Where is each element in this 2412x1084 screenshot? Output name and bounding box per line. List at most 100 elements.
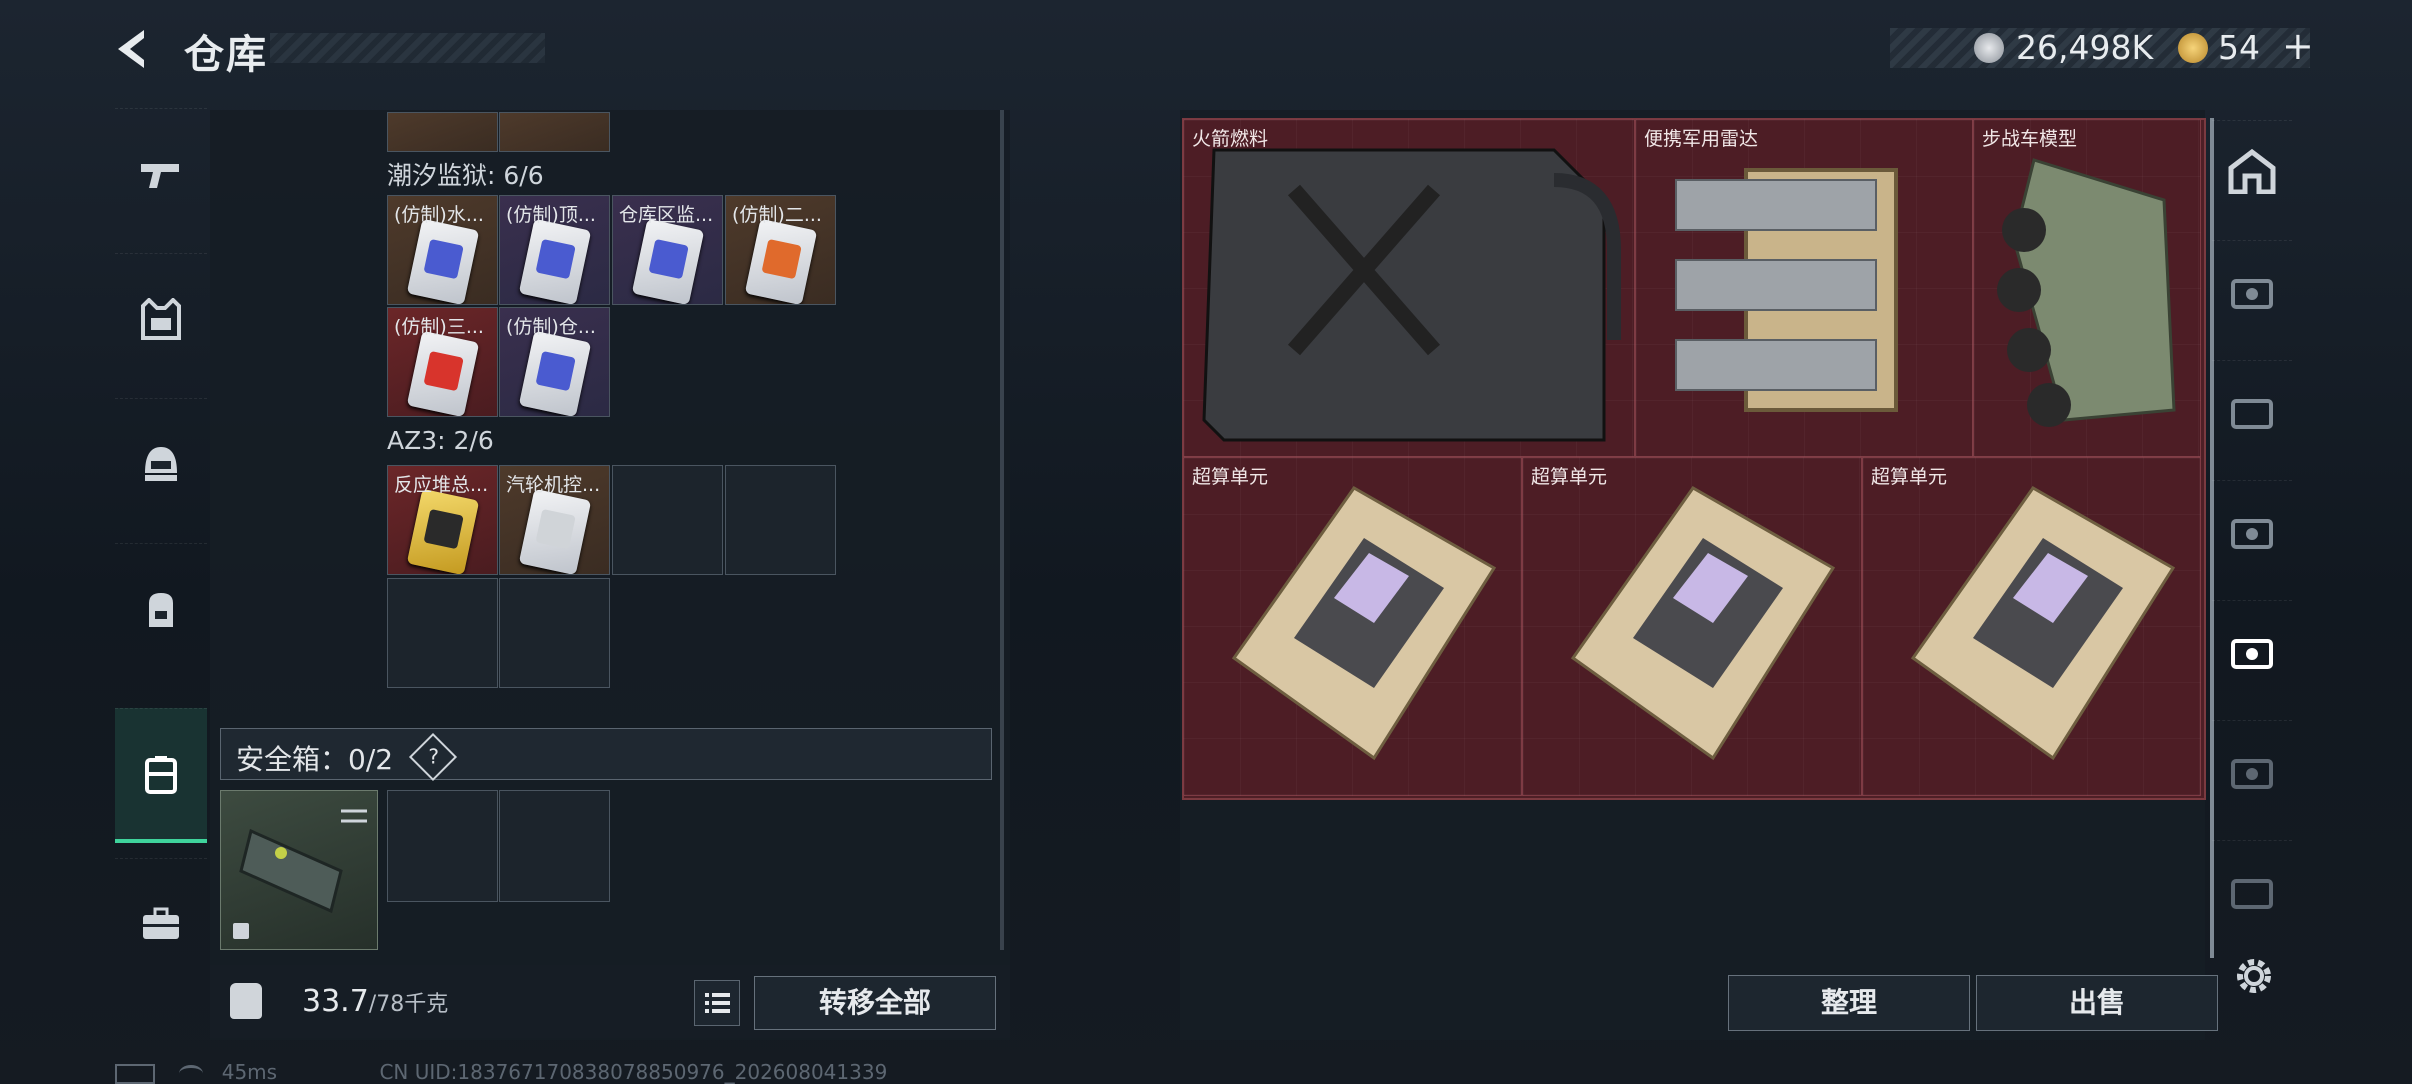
item-label: (仿制)仓... bbox=[506, 316, 596, 338]
chip-icon bbox=[1231, 486, 1497, 761]
key-card-slot[interactable]: (仿制)二... bbox=[725, 195, 836, 305]
category-sidebar bbox=[115, 108, 207, 1008]
category-container[interactable] bbox=[115, 708, 207, 843]
item-label: (仿制)二... bbox=[732, 204, 822, 226]
container-icon bbox=[2231, 399, 2273, 429]
category-helmet[interactable] bbox=[115, 398, 207, 529]
key-card-slot[interactable]: (仿制)顶... bbox=[499, 195, 610, 305]
key-card-slot[interactable]: 汽轮机控... bbox=[499, 465, 610, 575]
safe-box-label: 安全箱：0/2 bbox=[236, 743, 394, 776]
key-card-slot[interactable]: 仓库区监... bbox=[612, 195, 723, 305]
radar-icon bbox=[1675, 168, 1898, 412]
item-label: 火箭燃料 bbox=[1192, 128, 1269, 150]
vehicle-icon bbox=[1997, 158, 2176, 427]
rocket-fuel-item[interactable]: 火箭燃料 bbox=[1183, 119, 1635, 457]
gold-coin-value: 54 bbox=[2218, 28, 2260, 67]
tab-container[interactable] bbox=[2212, 480, 2292, 581]
item-label: 超算单元 bbox=[1531, 466, 1608, 488]
gun-icon bbox=[141, 164, 179, 188]
sort-button[interactable]: 整理 bbox=[1728, 975, 1970, 1031]
tab-container[interactable] bbox=[2212, 720, 2292, 821]
inventory-scrollbar[interactable] bbox=[1000, 110, 1004, 950]
key-card-icon bbox=[518, 218, 592, 304]
key-card-icon bbox=[631, 218, 705, 304]
supercomputer-unit-item[interactable]: 超算单元 bbox=[1862, 457, 2201, 796]
ifv-model-item[interactable]: 步战车模型 bbox=[1973, 119, 2201, 457]
key-card-icon bbox=[406, 488, 480, 574]
tab-home[interactable] bbox=[2212, 120, 2292, 221]
vest-icon bbox=[141, 298, 181, 340]
key-card-slot[interactable]: (仿制)仓... bbox=[499, 307, 610, 417]
safe-box-icon bbox=[233, 809, 367, 939]
chip-icon bbox=[1570, 486, 1836, 761]
item-label: 反应堆总... bbox=[394, 474, 489, 496]
key-card-slot[interactable]: (仿制)三... bbox=[387, 307, 498, 417]
title-stripe bbox=[270, 33, 545, 63]
portable-radar-item[interactable]: 便携军用雷达 bbox=[1635, 119, 1973, 457]
silver-coin-icon bbox=[1974, 33, 2004, 63]
item-label: (仿制)水... bbox=[394, 204, 484, 226]
item-label: 超算单元 bbox=[1871, 466, 1948, 488]
storage-tabs bbox=[2212, 120, 2292, 980]
supercomputer-unit-item[interactable]: 超算单元 bbox=[1522, 457, 1862, 796]
empty-slot[interactable] bbox=[499, 790, 610, 902]
category-backpack[interactable] bbox=[115, 543, 207, 674]
empty-slot[interactable] bbox=[499, 578, 610, 688]
key-card-icon bbox=[518, 330, 592, 416]
item-label: 步战车模型 bbox=[1982, 128, 2078, 150]
helmet-icon bbox=[145, 447, 177, 481]
uid-text: CN UID:183767170838078850976_20260804133… bbox=[379, 1060, 888, 1084]
category-briefcase[interactable] bbox=[115, 858, 207, 989]
add-currency-button[interactable]: + bbox=[2282, 24, 2314, 68]
list-icon bbox=[705, 993, 730, 1013]
help-icon: ? bbox=[428, 744, 440, 769]
tab-container-selected[interactable] bbox=[2212, 600, 2292, 701]
empty-slot[interactable] bbox=[725, 465, 836, 575]
inventory-slot[interactable] bbox=[387, 112, 498, 152]
container-iv-icon bbox=[2231, 759, 2273, 789]
inventory-slot[interactable] bbox=[499, 112, 610, 152]
empty-slot[interactable] bbox=[387, 578, 498, 688]
item-label: 便携军用雷达 bbox=[1644, 128, 1759, 150]
list-view-button[interactable] bbox=[694, 980, 740, 1026]
tab-container[interactable] bbox=[2212, 240, 2292, 341]
sell-button[interactable]: 出售 bbox=[1976, 975, 2218, 1031]
item-label: (仿制)顶... bbox=[506, 204, 596, 226]
group-title-tidal-prison: 潮汐监狱: 6/6 bbox=[387, 161, 544, 190]
wifi-icon bbox=[179, 1065, 204, 1082]
weight-readout: 33.7/78千克 bbox=[302, 984, 448, 1019]
tab-container[interactable] bbox=[2212, 840, 2292, 941]
item-label: (仿制)三... bbox=[394, 316, 484, 338]
key-card-slot[interactable]: (仿制)水... bbox=[387, 195, 498, 305]
supercomputer-unit-item[interactable]: 超算单元 bbox=[1183, 457, 1522, 796]
chip-icon bbox=[1910, 486, 2176, 761]
container-iv-icon bbox=[2231, 639, 2273, 669]
backpack-icon bbox=[149, 593, 173, 627]
empty-slot[interactable] bbox=[387, 790, 498, 902]
settings-button[interactable] bbox=[2232, 954, 2276, 1002]
status-bar: 45ms CN UID:183767170838078850976_202608… bbox=[115, 1060, 887, 1084]
container-iii-icon bbox=[2231, 879, 2273, 909]
category-armor[interactable] bbox=[115, 253, 207, 384]
weight-current: 33.7 bbox=[302, 984, 369, 1019]
silver-coin-value: 26,498K bbox=[2016, 28, 2154, 67]
container-iv-icon bbox=[2231, 519, 2273, 549]
item-label: 超算单元 bbox=[1192, 466, 1269, 488]
briefcase-icon bbox=[143, 907, 179, 939]
key-card-slot[interactable]: 反应堆总... bbox=[387, 465, 498, 575]
group-title-az3: AZ3: 2/6 bbox=[387, 426, 494, 455]
transfer-all-button[interactable]: 转移全部 bbox=[754, 976, 996, 1030]
container-iv-icon bbox=[2231, 279, 2273, 309]
tab-container[interactable] bbox=[2212, 360, 2292, 461]
weight-max: /78千克 bbox=[368, 992, 449, 1017]
gear-icon bbox=[2237, 959, 2271, 993]
back-button[interactable] bbox=[110, 24, 156, 74]
page-title: 仓库 bbox=[184, 32, 268, 78]
ping-text: 45ms bbox=[221, 1060, 278, 1084]
safe-box-slot[interactable] bbox=[220, 790, 378, 950]
category-weapons[interactable] bbox=[115, 108, 207, 239]
home-icon bbox=[2228, 148, 2276, 194]
weight-icon bbox=[230, 983, 262, 1019]
empty-slot[interactable] bbox=[612, 465, 723, 575]
case-icon bbox=[145, 756, 177, 794]
